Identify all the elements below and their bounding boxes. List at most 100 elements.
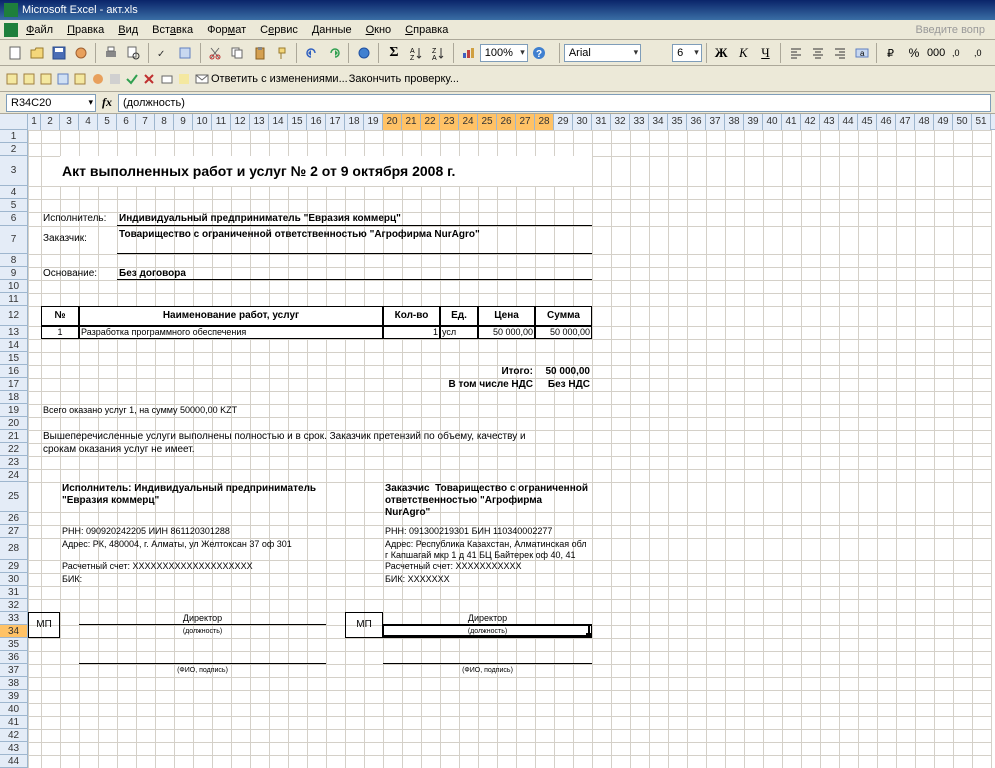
underline-button[interactable]: Ч [755, 42, 776, 64]
formula-input[interactable]: (должность) [118, 94, 991, 112]
row-header-30[interactable]: 30 [0, 573, 28, 586]
row-header-10[interactable]: 10 [0, 280, 28, 293]
cell-r17c22[interactable]: В том числе НДС [421, 378, 535, 391]
rev-btn-1[interactable] [4, 71, 20, 87]
select-all-corner[interactable] [0, 114, 28, 130]
cell-r37c4[interactable]: (ФИО, подпись) [79, 664, 326, 677]
row-header-34[interactable]: 34 [0, 625, 28, 638]
row-header-24[interactable]: 24 [0, 469, 28, 482]
undo-button[interactable] [301, 42, 322, 64]
menu-data[interactable]: Данные [306, 22, 358, 38]
col-header-20[interactable]: 20 [383, 114, 402, 130]
sort-asc-button[interactable]: AZ [405, 42, 426, 64]
row-header-11[interactable]: 11 [0, 293, 28, 306]
cell-r6c2[interactable]: Исполнитель: [41, 212, 117, 226]
row-header-42[interactable]: 42 [0, 729, 28, 742]
menu-insert[interactable]: Вставка [146, 22, 199, 38]
cell-r9c2[interactable]: Основание: [41, 267, 117, 280]
preview-button[interactable] [123, 42, 144, 64]
col-header-18[interactable]: 18 [345, 114, 364, 130]
col-header-13[interactable]: 13 [250, 114, 269, 130]
col-header-14[interactable]: 14 [269, 114, 288, 130]
hyperlink-button[interactable] [353, 42, 374, 64]
col-header-26[interactable]: 26 [497, 114, 516, 130]
cell-r37c20[interactable]: (ФИО, подпись) [383, 664, 592, 677]
menu-window[interactable]: Окно [360, 22, 398, 38]
redo-button[interactable] [323, 42, 344, 64]
col-header-19[interactable]: 19 [364, 114, 383, 130]
cell-r30c3[interactable]: БИК: [60, 573, 364, 586]
col-header-4[interactable]: 4 [79, 114, 98, 130]
col-header-42[interactable]: 42 [801, 114, 820, 130]
col-header-3[interactable]: 3 [60, 114, 79, 130]
zoom-combo[interactable]: 100% [480, 44, 528, 62]
col-header-10[interactable]: 10 [193, 114, 212, 130]
row-header-8[interactable]: 8 [0, 254, 28, 267]
row-header-32[interactable]: 32 [0, 599, 28, 612]
cell-r33c20[interactable]: Директор [383, 612, 592, 625]
rev-btn-6[interactable] [90, 71, 106, 87]
col-header-16[interactable]: 16 [307, 114, 326, 130]
col-header-24[interactable]: 24 [459, 114, 478, 130]
cell-r25c3[interactable]: Исполнитель: Индивидуальный предпринимат… [60, 482, 364, 512]
cell-r12c2[interactable]: № [41, 306, 79, 326]
rev-btn-5[interactable] [72, 71, 88, 87]
cell-r13c4[interactable]: Разработка программного обеспечения [79, 326, 383, 339]
col-header-2[interactable]: 2 [41, 114, 60, 130]
row-header-33[interactable]: 33 [0, 612, 28, 625]
align-right-button[interactable] [829, 42, 850, 64]
cell-r33c4[interactable]: Директор [79, 612, 326, 625]
comma-button[interactable]: 000 [926, 42, 947, 64]
col-header-7[interactable]: 7 [136, 114, 155, 130]
col-header-38[interactable]: 38 [725, 114, 744, 130]
cell-r29c3[interactable]: Расчетный счет: XXXXXXXXXXXXXXXXXXXX [60, 560, 364, 573]
col-header-15[interactable]: 15 [288, 114, 307, 130]
cell-r12c25[interactable]: Цена [478, 306, 535, 326]
cell-r13c23[interactable]: усл [440, 326, 478, 339]
cell-r28c3[interactable]: Адрес: РК, 480004, г. Алматы, ул Желтокс… [60, 538, 364, 560]
currency-button[interactable]: ₽ [881, 42, 902, 64]
dec-decimal-button[interactable]: ,0 [970, 42, 991, 64]
col-header-34[interactable]: 34 [649, 114, 668, 130]
col-header-50[interactable]: 50 [953, 114, 972, 130]
percent-button[interactable]: % [903, 42, 924, 64]
rev-btn-3[interactable] [38, 71, 54, 87]
italic-button[interactable]: К [733, 42, 754, 64]
sort-desc-button[interactable]: ZA [428, 42, 449, 64]
row-headers[interactable]: 1234567891011121314151617181920212223242… [0, 130, 28, 768]
cell-r28c20[interactable]: Адрес: Республика Казахстан, Алматинская… [383, 538, 592, 560]
worksheet[interactable]: 1234567891011121314151617181920212223242… [0, 114, 995, 768]
cell-sig-cust[interactable]: Заказчис Товарищество с ограниченной отв… [383, 482, 592, 512]
review-reply[interactable]: Ответить с изменениями... [211, 73, 348, 85]
row-header-35[interactable]: 35 [0, 638, 28, 651]
col-header-45[interactable]: 45 [858, 114, 877, 130]
row-header-18[interactable]: 18 [0, 391, 28, 404]
col-header-9[interactable]: 9 [174, 114, 193, 130]
new-button[interactable] [4, 42, 25, 64]
rev-btn-4[interactable] [55, 71, 71, 87]
cell-r12c20[interactable]: Кол-во [383, 306, 440, 326]
cell-r34c4[interactable]: (должность) [79, 625, 326, 638]
cell-r19c2[interactable]: Всего оказано услуг 1, на сумму 50000,00… [41, 404, 592, 417]
row-header-31[interactable]: 31 [0, 586, 28, 599]
fx-icon[interactable]: fx [102, 95, 112, 110]
cell-r13c25[interactable]: 50 000,00 [478, 326, 535, 339]
col-header-36[interactable]: 36 [687, 114, 706, 130]
open-button[interactable] [26, 42, 47, 64]
col-header-11[interactable]: 11 [212, 114, 231, 130]
cell-r3c3[interactable]: Акт выполненных работ и услуг № 2 от 9 о… [60, 156, 592, 186]
row-header-39[interactable]: 39 [0, 690, 28, 703]
rev-btn-10[interactable] [159, 71, 175, 87]
col-header-32[interactable]: 32 [611, 114, 630, 130]
print-button[interactable] [100, 42, 121, 64]
rev-btn-2[interactable] [21, 71, 37, 87]
col-header-51[interactable]: 51 [972, 114, 991, 130]
row-header-4[interactable]: 4 [0, 186, 28, 199]
cell-r12c4[interactable]: Наименование работ, услуг [79, 306, 383, 326]
spell-button[interactable]: ✓ [153, 42, 174, 64]
research-button[interactable] [175, 42, 196, 64]
rev-btn-9[interactable] [141, 71, 157, 87]
row-header-41[interactable]: 41 [0, 716, 28, 729]
cell-r27c3[interactable]: РНН: 090920242205 ИИН 861120301288 [60, 525, 364, 538]
row-header-5[interactable]: 5 [0, 199, 28, 212]
